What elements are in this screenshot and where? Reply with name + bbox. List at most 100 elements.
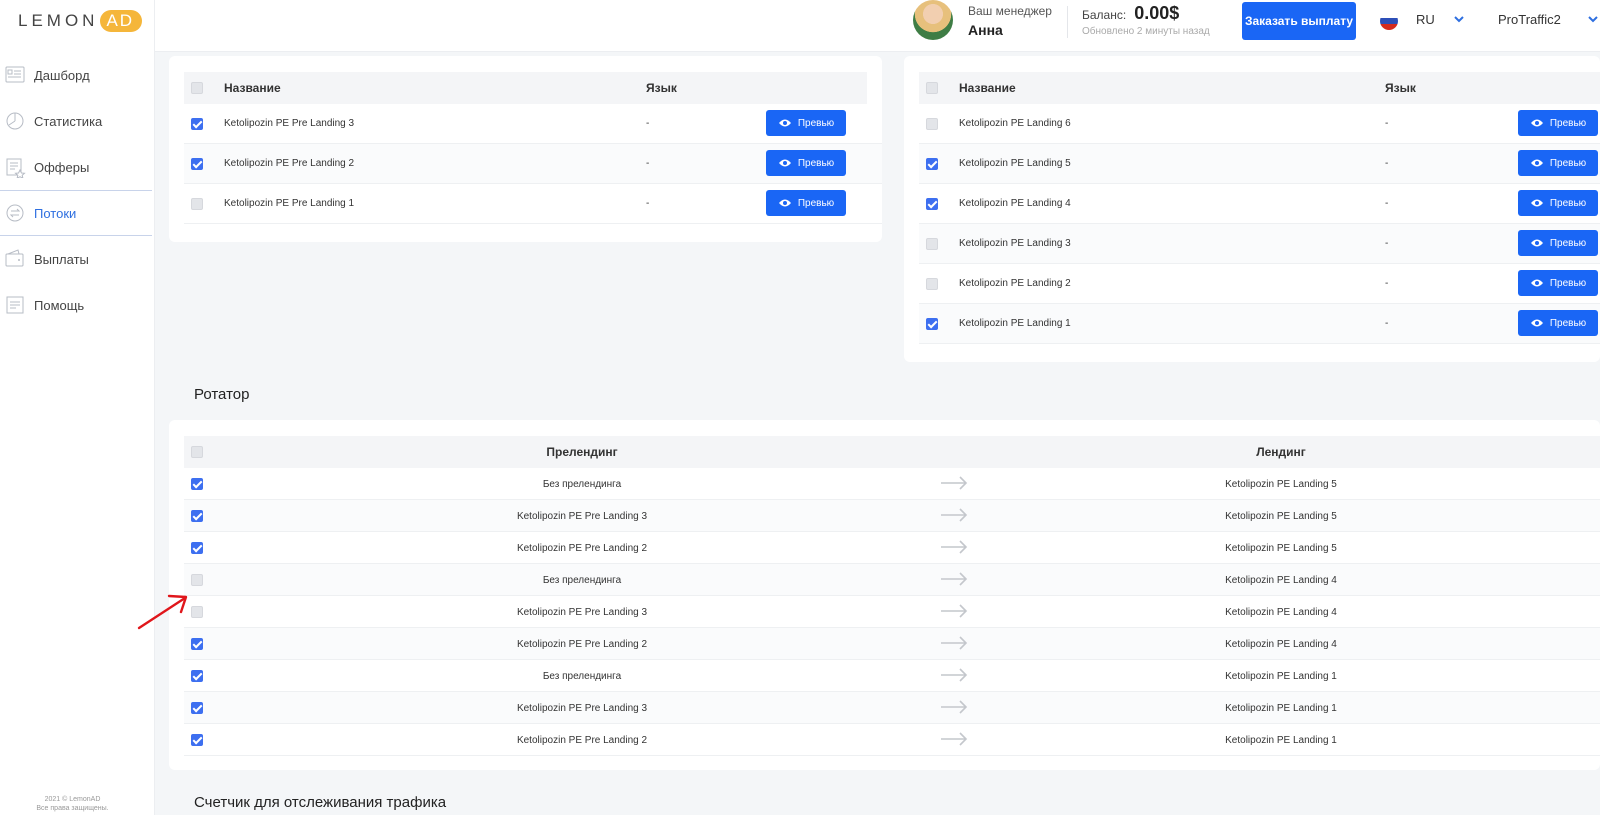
- row-checkbox[interactable]: [926, 118, 938, 130]
- row-checkbox[interactable]: [191, 638, 203, 650]
- rights-text: Все права защищены.: [36, 805, 109, 812]
- manager-name: Анна: [968, 22, 1003, 38]
- sidebar-item-statistics[interactable]: Статистика: [0, 98, 152, 144]
- preview-label: Превью: [1549, 237, 1587, 249]
- row-checkbox[interactable]: [926, 278, 938, 290]
- arrow-right-icon: [941, 668, 968, 682]
- rotator-landing: Ketolipozin PE Landing 1: [1225, 703, 1337, 714]
- rotator-table-header: Прелендинг Лендинг: [184, 436, 1600, 468]
- select-all-checkbox[interactable]: [926, 82, 938, 94]
- arrow-right-icon: [941, 604, 968, 618]
- account-menu[interactable]: ProTraffic2: [1498, 12, 1561, 27]
- rotator-row: Ketolipozin PE Pre Landing 2 Ketolipozin …: [184, 628, 1600, 660]
- column-language-header: Язык: [646, 81, 677, 95]
- sidebar-item-label: Потоки: [34, 205, 77, 221]
- sidebar-item-label: Помощь: [34, 297, 85, 313]
- rotator-row: Ketolipozin PE Pre Landing 2 Ketolipozin …: [184, 532, 1600, 564]
- sidebar-item-help[interactable]: Помощь: [0, 282, 152, 328]
- row-checkbox[interactable]: [191, 702, 203, 714]
- order-payout-button[interactable]: Заказать выплату: [1242, 2, 1356, 40]
- chevron-down-icon[interactable]: [1452, 12, 1466, 26]
- prelanding-table-header: Название Язык: [184, 72, 867, 104]
- row-name: Ketolipozin PE Landing 1: [959, 318, 1071, 329]
- manager-label: Ваш менеджер: [968, 4, 1052, 18]
- sidebar-item-streams[interactable]: Потоки: [0, 190, 152, 236]
- logo-badge: AD: [100, 10, 143, 32]
- language-select[interactable]: RU: [1416, 12, 1435, 27]
- arrow-right-icon: [941, 508, 968, 522]
- preview-button[interactable]: Превью: [766, 150, 846, 176]
- preview-label: Превью: [1549, 117, 1587, 129]
- landing-card: Название Язык Ketolipozin PE Landing 6 - П…: [904, 56, 1600, 362]
- preview-button[interactable]: Превью: [1518, 270, 1598, 296]
- sidebar-item-wallet[interactable]: Выплаты: [0, 236, 152, 282]
- row-name: Ketolipozin PE Pre Landing 2: [224, 158, 355, 169]
- row-name: Ketolipozin PE Landing 2: [959, 278, 1071, 289]
- preview-button[interactable]: Превью: [1518, 230, 1598, 256]
- sidebar: LEMON AD Дашборд Статистика Офферы Потоки Вы…: [0, 0, 155, 815]
- preview-button[interactable]: Превью: [1518, 190, 1598, 216]
- eye-icon: [778, 119, 791, 127]
- row-name: Ketolipozin PE Pre Landing 3: [224, 118, 355, 129]
- rotator-landing: Ketolipozin PE Landing 1: [1225, 671, 1337, 682]
- row-checkbox[interactable]: [926, 238, 938, 250]
- row-checkbox[interactable]: [926, 158, 938, 170]
- preview-button[interactable]: Превью: [1518, 310, 1598, 336]
- row-checkbox[interactable]: [191, 670, 203, 682]
- row-name: Ketolipozin PE Pre Landing 1: [224, 198, 355, 209]
- rotator-prelanding: Ketolipozin PE Pre Landing 3: [516, 511, 648, 522]
- rotator-landing: Ketolipozin PE Landing 5: [1225, 543, 1337, 554]
- rotator-landing: Ketolipozin PE Landing 4: [1225, 575, 1337, 586]
- preview-label: Превью: [1549, 277, 1587, 289]
- row-language: -: [646, 118, 650, 129]
- rotator-prelanding: Без прелендинга: [542, 671, 622, 682]
- help-icon: [4, 294, 26, 316]
- table-row: Ketolipozin PE Landing 4 - Превью: [919, 184, 1600, 224]
- row-language: -: [1385, 278, 1389, 289]
- eye-icon: [1530, 119, 1543, 127]
- table-row: Ketolipozin PE Landing 2 - Превью: [919, 264, 1600, 304]
- logo-text: LEMON: [18, 11, 99, 30]
- row-checkbox[interactable]: [191, 734, 203, 746]
- select-all-checkbox[interactable]: [191, 82, 203, 94]
- row-checkbox[interactable]: [191, 574, 203, 586]
- account-chevron-icon[interactable]: [1586, 12, 1600, 26]
- dashboard-icon: [4, 64, 26, 86]
- row-checkbox[interactable]: [191, 158, 203, 170]
- row-language: -: [1385, 238, 1389, 249]
- table-row: Ketolipozin PE Landing 3 - Превью: [919, 224, 1600, 264]
- row-checkbox[interactable]: [926, 318, 938, 330]
- select-all-checkbox[interactable]: [191, 446, 203, 458]
- sidebar-item-offers[interactable]: Офферы: [0, 144, 152, 190]
- preview-button[interactable]: Превью: [766, 190, 846, 216]
- preview-button[interactable]: Превью: [1518, 150, 1598, 176]
- row-checkbox[interactable]: [926, 198, 938, 210]
- row-checkbox[interactable]: [191, 118, 203, 130]
- rotator-landing: Ketolipozin PE Landing 1: [1225, 735, 1337, 746]
- preview-label: Превью: [1549, 197, 1587, 209]
- row-language: -: [1385, 318, 1389, 329]
- rotator-prelanding: Ketolipozin PE Pre Landing 3: [516, 703, 648, 714]
- russian-flag-icon[interactable]: [1380, 12, 1398, 30]
- preview-button[interactable]: Превью: [766, 110, 846, 136]
- statistics-icon: [4, 110, 26, 132]
- landing-table-header: Название Язык: [919, 72, 1600, 104]
- row-checkbox[interactable]: [191, 198, 203, 210]
- eye-icon: [1530, 159, 1543, 167]
- preview-label: Превью: [1549, 317, 1587, 329]
- rotator-row: Без прелендинга Ketolipozin PE Landing 1: [184, 660, 1600, 692]
- table-row: Ketolipozin PE Pre Landing 3 - Превью: [184, 104, 882, 144]
- sidebar-item-dashboard[interactable]: Дашборд: [0, 52, 152, 98]
- row-checkbox[interactable]: [191, 478, 203, 490]
- preview-button[interactable]: Превью: [1518, 110, 1598, 136]
- rotator-row: Ketolipozin PE Pre Landing 3 Ketolipozin …: [184, 596, 1600, 628]
- sidebar-item-label: Статистика: [34, 113, 103, 129]
- row-checkbox[interactable]: [191, 606, 203, 618]
- topbar: Ваш менеджер Анна Баланс: 0.00$ Обновлено…: [155, 0, 1600, 52]
- row-checkbox[interactable]: [191, 510, 203, 522]
- balance-info: Баланс: 0.00$ Обновлено 2 минуты назад: [1082, 3, 1210, 37]
- copyright-text: 2021 © LemonAD: [44, 796, 101, 803]
- row-checkbox[interactable]: [191, 542, 203, 554]
- eye-icon: [1530, 319, 1543, 327]
- logo[interactable]: LEMON AD: [18, 10, 143, 32]
